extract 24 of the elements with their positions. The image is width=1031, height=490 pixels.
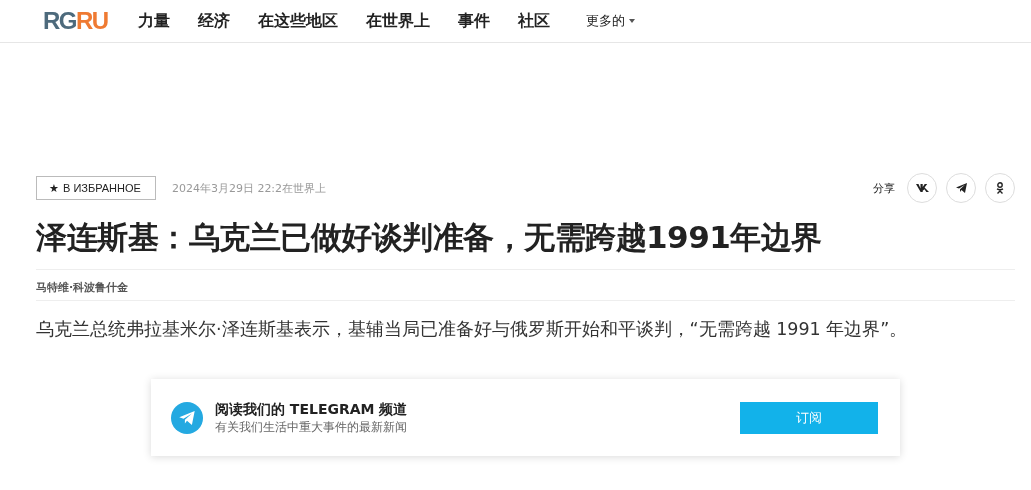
site-logo[interactable]: RGRU — [43, 7, 108, 35]
caret-icon — [628, 19, 635, 23]
vk-icon — [915, 184, 929, 192]
article-title: 泽连斯基：乌克兰已做好谈判准备，无需跨越1991年边界 — [36, 218, 823, 257]
share-button[interactable] — [985, 173, 1015, 203]
publish-date: 2024年3月29日 22:2 — [171, 180, 283, 196]
nav-link[interactable]: 社区 — [517, 10, 550, 32]
article-lead: 乌克兰总统弗拉基米尔·泽连斯基表示，基辅当局已准备好与俄罗斯开始和平谈判，“无需跨越 1991 年边界”。 — [36, 318, 909, 341]
share-label: 分享 — [873, 180, 895, 196]
nav-link[interactable]: 在这些地区 — [257, 10, 338, 32]
author-link[interactable]: 马特维·科波鲁什金 — [36, 281, 129, 294]
share-button[interactable] — [907, 173, 937, 203]
more-menu[interactable]: 更多的 — [585, 12, 635, 30]
promo-title: 阅读我们的 TELEGRAM 频道 — [215, 400, 408, 419]
telegram-icon — [171, 401, 203, 434]
favorite-button[interactable]: ★ В ИЗБРАННОЕ — [36, 176, 156, 200]
nav-link[interactable]: 经济 — [197, 10, 230, 32]
nav-link[interactable]: 事件 — [457, 10, 490, 32]
promo-subtitle: 有关我们生活中重大事件的最新新闻 — [215, 419, 408, 435]
nav-link[interactable]: 力量 — [137, 10, 170, 32]
paper-plane-icon — [955, 183, 967, 193]
share-button[interactable] — [946, 173, 976, 203]
nav-link[interactable]: 在世界上 — [365, 10, 430, 32]
person-icon — [996, 182, 1004, 194]
